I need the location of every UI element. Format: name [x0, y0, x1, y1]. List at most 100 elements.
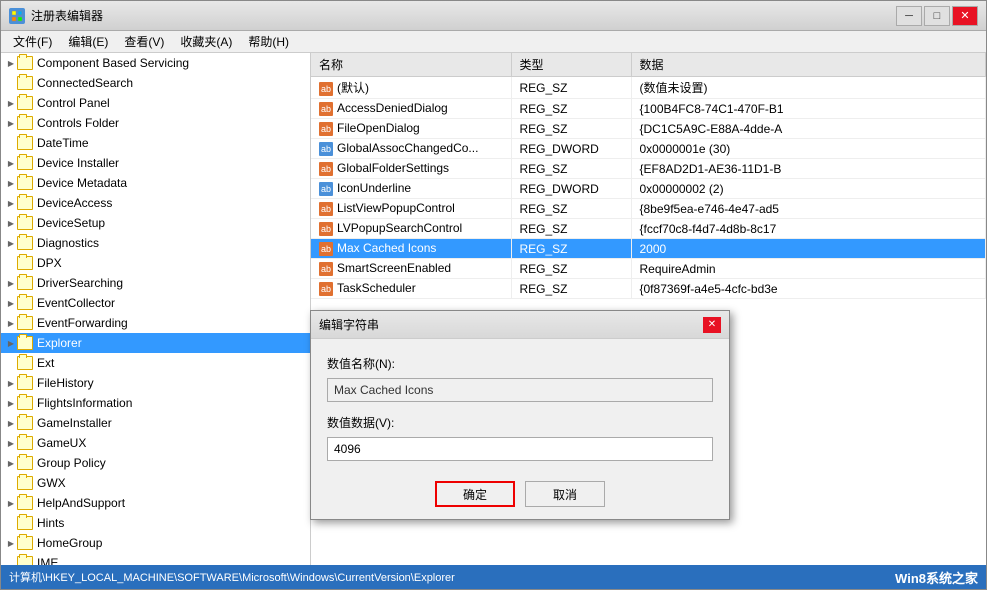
folder-icon	[17, 76, 33, 90]
reg-name-cell: ab(默认)	[311, 77, 511, 99]
reg-type-cell: REG_SZ	[511, 279, 631, 299]
table-row[interactable]: abAccessDeniedDialog REG_SZ {100B4FC8-74…	[311, 99, 986, 119]
tree-item[interactable]: ▶ FileHistory	[1, 373, 310, 393]
tree-label: DeviceSetup	[37, 216, 105, 230]
reg-type-icon: ab	[319, 202, 333, 216]
folder-icon	[17, 196, 33, 210]
tree-item[interactable]: ▶ EventCollector	[1, 293, 310, 313]
tree-arrow-icon: ▶	[5, 297, 17, 309]
tree-item[interactable]: Ext	[1, 353, 310, 373]
tree-item[interactable]: ▶ FlightsInformation	[1, 393, 310, 413]
folder-icon	[17, 436, 33, 450]
tree-item[interactable]: ▶ HelpAndSupport	[1, 493, 310, 513]
tree-item[interactable]: ▶ EventForwarding	[1, 313, 310, 333]
table-row[interactable]: ab(默认) REG_SZ (数值未设置)	[311, 77, 986, 99]
tree-item[interactable]: DateTime	[1, 133, 310, 153]
tree-arrow-icon	[5, 77, 17, 89]
tree-item[interactable]: ▶ Diagnostics	[1, 233, 310, 253]
col-type[interactable]: 类型	[511, 53, 631, 77]
tree-item-explorer[interactable]: ▶ Explorer	[1, 333, 310, 353]
tree-arrow-icon: ▶	[5, 177, 17, 189]
table-row[interactable]: abListViewPopupControl REG_SZ {8be9f5ea-…	[311, 199, 986, 219]
tree-arrow-icon	[5, 477, 17, 489]
tree-label: DeviceAccess	[37, 196, 112, 210]
ok-button[interactable]: 确定	[435, 481, 515, 507]
tree-label: FlightsInformation	[37, 396, 132, 410]
tree-item[interactable]: ▶ DeviceSetup	[1, 213, 310, 233]
name-input[interactable]	[327, 378, 713, 402]
data-input[interactable]	[327, 437, 713, 461]
close-button[interactable]: ✕	[952, 6, 978, 26]
tree-label: Hints	[37, 516, 64, 530]
reg-type-cell: REG_SZ	[511, 239, 631, 259]
tree-label: Diagnostics	[37, 236, 99, 250]
tree-item[interactable]: ▶ DriverSearching	[1, 273, 310, 293]
tree-item[interactable]: ▶ Component Based Servicing	[1, 53, 310, 73]
table-row[interactable]: abTaskScheduler REG_SZ {0f87369f-a4e5-4c…	[311, 279, 986, 299]
reg-data-cell: 0x0000001e (30)	[631, 139, 986, 159]
tree-item[interactable]: ▶ Group Policy	[1, 453, 310, 473]
reg-type-cell: REG_SZ	[511, 77, 631, 99]
table-row[interactable]: abLVPopupSearchControl REG_SZ {fccf70c8-…	[311, 219, 986, 239]
reg-type-cell: REG_SZ	[511, 99, 631, 119]
reg-data-cell: {EF8AD2D1-AE36-11D1-B	[631, 159, 986, 179]
minimize-button[interactable]: ─	[896, 6, 922, 26]
table-row[interactable]: abSmartScreenEnabled REG_SZ RequireAdmin	[311, 259, 986, 279]
tree-item[interactable]: GWX	[1, 473, 310, 493]
tree-item[interactable]: ▶ GameUX	[1, 433, 310, 453]
reg-type-icon: ab	[319, 142, 333, 156]
tree-item[interactable]: ConnectedSearch	[1, 73, 310, 93]
tree-arrow-icon: ▶	[5, 377, 17, 389]
folder-icon	[17, 516, 33, 530]
folder-icon	[17, 376, 33, 390]
tree-item[interactable]: ▶ GameInstaller	[1, 413, 310, 433]
table-row[interactable]: abIconUnderline REG_DWORD 0x00000002 (2)	[311, 179, 986, 199]
tree-label: EventCollector	[37, 296, 115, 310]
reg-name-cell: abGlobalAssocChangedCo...	[311, 139, 511, 159]
dialog-close-button[interactable]: ✕	[703, 317, 721, 333]
tree-label: Device Metadata	[37, 176, 127, 190]
cancel-button[interactable]: 取消	[525, 481, 605, 507]
table-row[interactable]: abGlobalFolderSettings REG_SZ {EF8AD2D1-…	[311, 159, 986, 179]
reg-name-cell: abIconUnderline	[311, 179, 511, 199]
menu-view[interactable]: 查看(V)	[116, 31, 172, 52]
folder-icon	[17, 236, 33, 250]
folder-icon	[17, 536, 33, 550]
col-data[interactable]: 数据	[631, 53, 986, 77]
menu-favorites[interactable]: 收藏夹(A)	[172, 31, 240, 52]
tree-arrow-icon: ▶	[5, 337, 17, 349]
tree-panel[interactable]: ▶ Component Based Servicing ConnectedSea…	[1, 53, 311, 565]
folder-icon	[17, 56, 33, 70]
menu-edit[interactable]: 编辑(E)	[60, 31, 116, 52]
table-row[interactable]: abFileOpenDialog REG_SZ {DC1C5A9C-E88A-4…	[311, 119, 986, 139]
tree-label: GameUX	[37, 436, 86, 450]
tree-label: GameInstaller	[37, 416, 112, 430]
window-title: 注册表编辑器	[31, 7, 103, 24]
table-row[interactable]: abGlobalAssocChangedCo... REG_DWORD 0x00…	[311, 139, 986, 159]
tree-arrow-icon: ▶	[5, 217, 17, 229]
tree-item[interactable]: ▶ Device Metadata	[1, 173, 310, 193]
tree-item[interactable]: ▶ DeviceAccess	[1, 193, 310, 213]
menu-file[interactable]: 文件(F)	[5, 31, 60, 52]
tree-item[interactable]: Hints	[1, 513, 310, 533]
tree-arrow-icon: ▶	[5, 157, 17, 169]
tree-item[interactable]: ▶ Device Installer	[1, 153, 310, 173]
folder-icon	[17, 456, 33, 470]
reg-data-cell: 0x00000002 (2)	[631, 179, 986, 199]
tree-item[interactable]: DPX	[1, 253, 310, 273]
reg-type-cell: REG_DWORD	[511, 179, 631, 199]
edit-string-dialog: 编辑字符串 ✕ 数值名称(N): 数值数据(V): 确定 取消	[310, 310, 730, 520]
tree-arrow-icon: ▶	[5, 277, 17, 289]
tree-item[interactable]: ▶ Control Panel	[1, 93, 310, 113]
menu-help[interactable]: 帮助(H)	[240, 31, 297, 52]
tree-label: EventForwarding	[37, 316, 128, 330]
reg-name-cell: abAccessDeniedDialog	[311, 99, 511, 119]
maximize-button[interactable]: □	[924, 6, 950, 26]
tree-item[interactable]: ▶ HomeGroup	[1, 533, 310, 553]
col-name[interactable]: 名称	[311, 53, 511, 77]
table-row[interactable]: abMax Cached Icons REG_SZ 2000	[311, 239, 986, 259]
tree-item[interactable]: IME	[1, 553, 310, 565]
reg-type-cell: REG_SZ	[511, 219, 631, 239]
reg-data-cell: {100B4FC8-74C1-470F-B1	[631, 99, 986, 119]
tree-item[interactable]: ▶ Controls Folder	[1, 113, 310, 133]
